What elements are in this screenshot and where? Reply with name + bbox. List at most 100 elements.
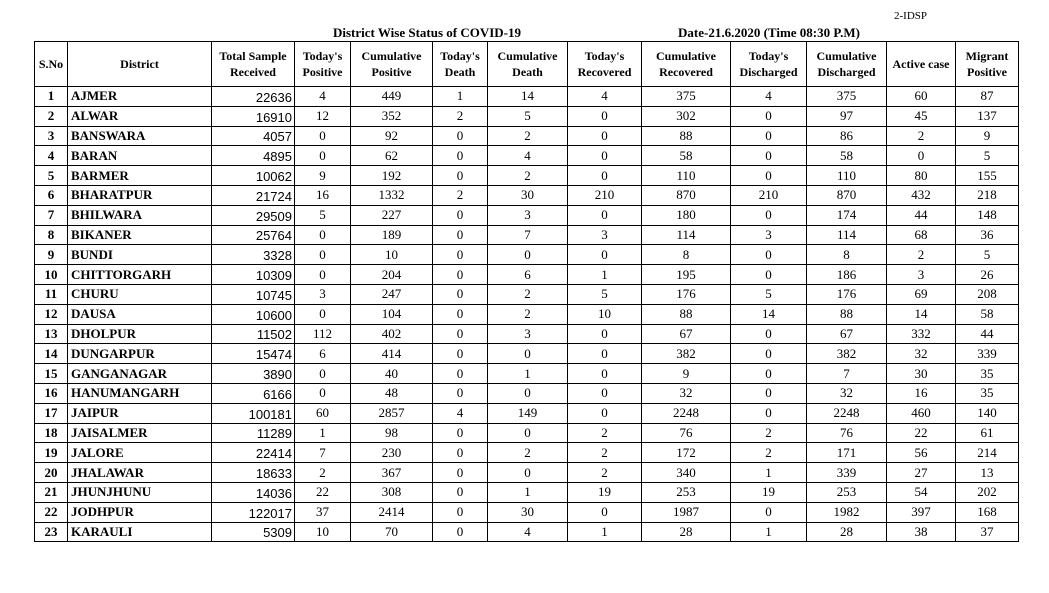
table-cell: 148 <box>955 204 1019 226</box>
table-cell: 4 <box>294 86 351 107</box>
table-cell: 0 <box>730 501 807 523</box>
table-cell: 2 <box>567 422 642 444</box>
serial-number: 15 <box>34 363 68 384</box>
table-cell: 0 <box>567 323 642 345</box>
table-cell: 0 <box>730 382 807 404</box>
table-cell: 227 <box>350 204 433 226</box>
table-cell: 10 <box>350 244 433 266</box>
table-cell: 172 <box>641 442 731 464</box>
table-cell: 174 <box>806 204 887 226</box>
table-cell: 58 <box>641 145 731 167</box>
serial-number: 4 <box>34 145 68 167</box>
table-cell: 38 <box>886 521 956 543</box>
table-cell: 10309 <box>211 264 295 285</box>
table-cell: 2 <box>567 442 642 464</box>
table-cell: 114 <box>641 224 731 246</box>
table-cell: 3 <box>487 323 568 345</box>
table-cell: 2414 <box>350 501 433 523</box>
table-row: 19 JALORE 22414 7 230 0 2 2 172 2 171 56 214 <box>34 442 1019 464</box>
table-cell: 192 <box>350 165 433 186</box>
table-cell: 6 <box>294 343 351 365</box>
table-cell: 48 <box>350 382 433 404</box>
table-cell: 0 <box>730 343 807 365</box>
table-cell: 0 <box>432 323 488 345</box>
table-row: 16 HANUMANGARH 6166 0 48 0 0 0 32 0 32 16 35 <box>34 382 1019 404</box>
serial-number: 10 <box>34 264 68 285</box>
table-cell: 0 <box>567 402 642 424</box>
table-cell: 4057 <box>211 125 295 147</box>
table-cell: 0 <box>487 382 568 404</box>
table-cell: 247 <box>350 283 433 305</box>
table-cell: 1 <box>487 363 568 384</box>
table-cell: 210 <box>730 184 807 206</box>
table-cell: 6 <box>487 264 568 285</box>
table-cell: 27 <box>886 462 956 483</box>
table-cell: 3890 <box>211 363 295 384</box>
column-header: Cumulative Death <box>487 41 568 87</box>
table-cell: 2 <box>432 184 488 206</box>
table-row: 5 BARMER 10062 9 192 0 2 0 110 0 110 80 155 <box>34 165 1019 186</box>
table-cell: 10600 <box>211 303 295 325</box>
table-cell: 202 <box>955 481 1019 503</box>
serial-number: 20 <box>34 462 68 483</box>
table-row: 10 CHITTORGARH 10309 0 204 0 6 1 195 0 186 3 26 <box>34 264 1019 285</box>
table-cell: 4 <box>567 86 642 107</box>
table-cell: 168 <box>955 501 1019 523</box>
table-cell: 402 <box>350 323 433 345</box>
table-cell: 29509 <box>211 204 295 226</box>
table-cell: 58 <box>955 303 1019 325</box>
table-cell: 0 <box>730 145 807 167</box>
table-cell: 1987 <box>641 501 731 523</box>
table-row: 23 KARAULI 5309 10 70 0 4 1 28 1 28 38 37 <box>34 521 1019 543</box>
table-cell: 40 <box>350 363 433 384</box>
table-cell: 86 <box>806 125 887 147</box>
table-cell: 4895 <box>211 145 295 167</box>
table-row: 1 AJMER 22636 4 449 1 14 4 375 4 375 60 87 <box>34 86 1019 107</box>
table-cell: 0 <box>432 264 488 285</box>
table-cell: 58 <box>806 145 887 167</box>
table-cell: 2 <box>487 303 568 325</box>
table-cell: 88 <box>641 125 731 147</box>
district-name: CHITTORGARH <box>67 264 212 285</box>
table-cell: 352 <box>350 105 433 127</box>
table-cell: 2 <box>886 244 956 266</box>
district-name: HANUMANGARH <box>67 382 212 404</box>
table-cell: 97 <box>806 105 887 127</box>
table-cell: 208 <box>955 283 1019 305</box>
serial-number: 11 <box>34 283 68 305</box>
district-name: JAIPUR <box>67 402 212 424</box>
table-cell: 340 <box>641 462 731 483</box>
table-cell: 100181 <box>211 402 295 424</box>
table-cell: 0 <box>432 303 488 325</box>
district-name: JODHPUR <box>67 501 212 523</box>
table-cell: 61 <box>955 422 1019 444</box>
table-cell: 9 <box>955 125 1019 147</box>
table-cell: 60 <box>294 402 351 424</box>
table-cell: 30 <box>487 184 568 206</box>
table-cell: 0 <box>432 422 488 444</box>
table-cell: 140 <box>955 402 1019 424</box>
table-cell: 210 <box>567 184 642 206</box>
table-cell: 870 <box>806 184 887 206</box>
district-name: BANSWARA <box>67 125 212 147</box>
table-cell: 2 <box>730 422 807 444</box>
report-title: District Wise Status of COVID-19 <box>333 25 522 40</box>
table-cell: 76 <box>641 422 731 444</box>
table-row: 4 BARAN 4895 0 62 0 4 0 58 0 58 0 5 <box>34 145 1019 167</box>
column-header: Cumulative Recovered <box>641 41 731 87</box>
table-row: 21 JHUNJHUNU 14036 22 308 0 1 19 253 19 253 54 202 <box>34 481 1019 503</box>
district-name: ALWAR <box>67 105 212 127</box>
table-cell: 122017 <box>211 501 295 523</box>
table-cell: 2248 <box>806 402 887 424</box>
serial-number: 6 <box>34 184 68 206</box>
table-cell: 0 <box>432 343 488 365</box>
table-cell: 1 <box>730 521 807 543</box>
district-name: CHURU <box>67 283 212 305</box>
table-cell: 68 <box>886 224 956 246</box>
table-cell: 28 <box>806 521 887 543</box>
serial-number: 1 <box>34 86 68 107</box>
table-cell: 2 <box>432 105 488 127</box>
table-cell: 1 <box>487 481 568 503</box>
table-cell: 339 <box>806 462 887 483</box>
table-cell: 104 <box>350 303 433 325</box>
